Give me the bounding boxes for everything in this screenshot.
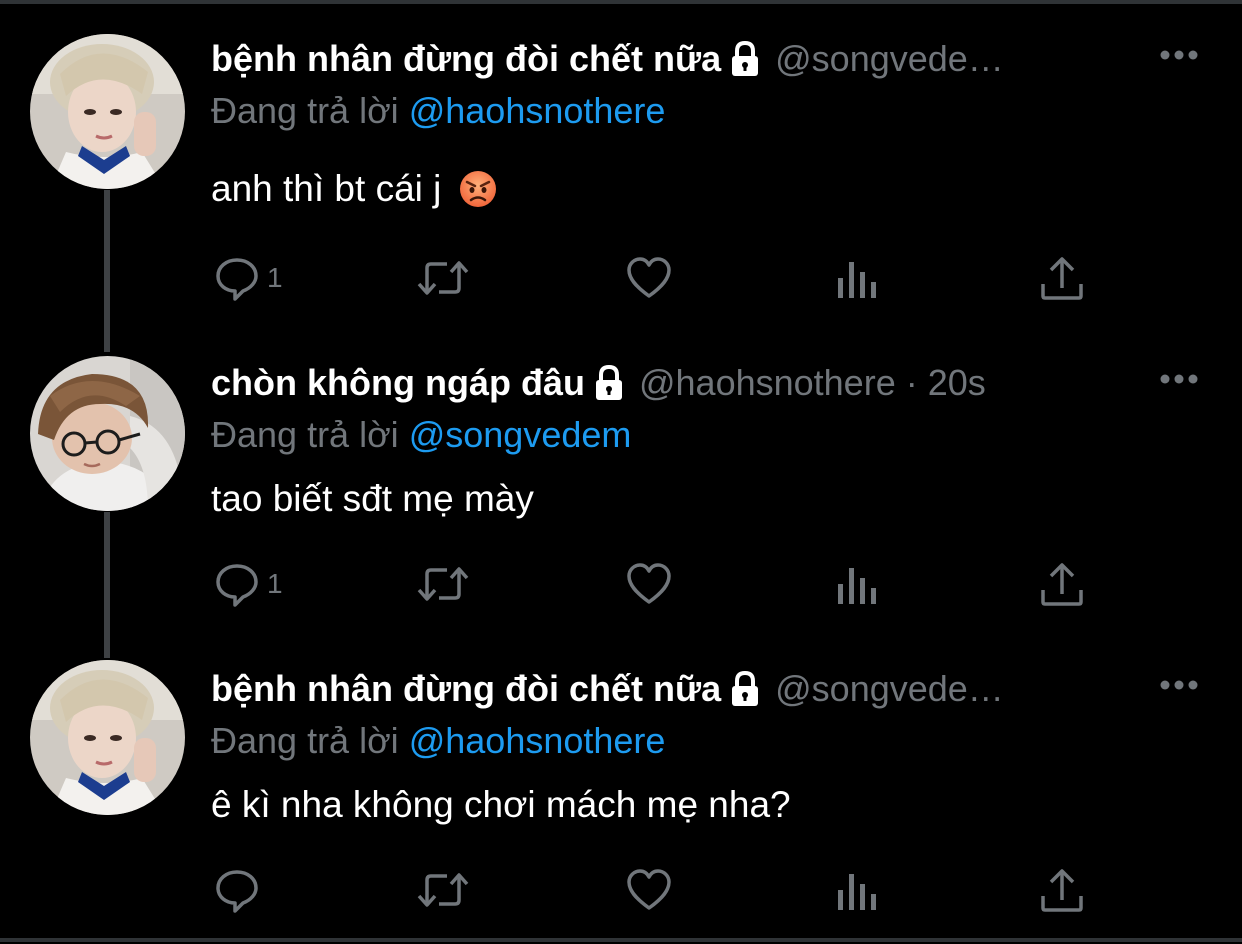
like-icon	[625, 254, 673, 302]
share-button[interactable]	[1039, 559, 1085, 609]
replying-to: Đang trả lời @haohsnothere	[211, 720, 665, 762]
retweet-icon	[415, 560, 471, 608]
like-button[interactable]	[625, 253, 673, 303]
tweet-header: bệnh nhân đừng đòi chết nữa @songvede…	[211, 664, 1121, 714]
tweet-text-content: ê kì nha không chơi mách mẹ nha?	[211, 784, 791, 825]
display-name[interactable]: chòn không ngáp đâu	[211, 362, 585, 404]
thread-line	[104, 190, 110, 352]
avatar[interactable]	[30, 660, 185, 815]
replying-to: Đang trả lời @songvedem	[211, 414, 631, 456]
reply-button[interactable]: 1	[213, 559, 283, 609]
replying-to: Đang trả lời @haohsnothere	[211, 90, 665, 132]
like-icon	[625, 560, 673, 608]
reply-prefix: Đang trả lời	[211, 720, 399, 761]
more-icon[interactable]	[1158, 48, 1200, 62]
reply-icon	[213, 254, 261, 302]
tweet-actions	[211, 865, 1091, 915]
reply-icon	[213, 866, 261, 914]
tweet-actions: 1	[211, 253, 1091, 303]
views-icon	[835, 866, 879, 914]
views-button[interactable]	[835, 559, 879, 609]
retweet-button[interactable]	[415, 559, 471, 609]
like-icon	[625, 866, 673, 914]
handle[interactable]: @haohsnothere	[639, 362, 896, 404]
reply-count: 1	[267, 262, 283, 293]
separator-dot: ·	[905, 362, 918, 403]
angry-face-icon	[458, 169, 498, 209]
reply-count: 1	[267, 568, 283, 599]
like-button[interactable]	[625, 559, 673, 609]
views-icon	[835, 560, 879, 608]
views-icon	[835, 254, 879, 302]
handle[interactable]: @songvede…	[775, 668, 1004, 710]
more-icon[interactable]	[1158, 372, 1200, 386]
lock-icon	[727, 669, 763, 709]
tweet-actions: 1	[211, 559, 1091, 609]
reply-icon	[213, 560, 261, 608]
reply-prefix: Đang trả lời	[211, 414, 399, 455]
retweet-button[interactable]	[415, 253, 471, 303]
bottom-divider	[0, 938, 1242, 942]
handle[interactable]: @songvede…	[775, 38, 1004, 80]
tweet-text-content: tao biết sđt mẹ mày	[211, 478, 534, 519]
share-icon	[1039, 254, 1085, 302]
share-icon	[1039, 866, 1085, 914]
reply-mention-link[interactable]: @haohsnothere	[409, 90, 666, 131]
display-name[interactable]: bệnh nhân đừng đòi chết nữa	[211, 668, 721, 710]
more-icon[interactable]	[1158, 678, 1200, 692]
retweet-icon	[415, 866, 471, 914]
reply-button[interactable]	[213, 865, 267, 915]
share-button[interactable]	[1039, 865, 1085, 915]
display-name[interactable]: bệnh nhân đừng đòi chết nữa	[211, 38, 721, 80]
thread-line	[104, 512, 110, 658]
retweet-button[interactable]	[415, 865, 471, 915]
timestamp[interactable]: 20s	[928, 362, 986, 404]
like-button[interactable]	[625, 865, 673, 915]
lock-icon	[591, 363, 627, 403]
tweet-header: bệnh nhân đừng đòi chết nữa @songvede…	[211, 34, 1121, 84]
tweet-text: anh thì bt cái j	[211, 168, 498, 210]
tweet-header: chòn không ngáp đâu @haohsnothere · 20s	[211, 358, 1121, 408]
retweet-icon	[415, 254, 471, 302]
share-button[interactable]	[1039, 253, 1085, 303]
share-icon	[1039, 560, 1085, 608]
tweet-text: tao biết sđt mẹ mày	[211, 478, 534, 520]
tweet-text: ê kì nha không chơi mách mẹ nha?	[211, 784, 791, 826]
reply-button[interactable]: 1	[213, 253, 283, 303]
top-divider	[0, 0, 1242, 4]
avatar[interactable]	[30, 34, 185, 189]
reply-mention-link[interactable]: @songvedem	[409, 414, 632, 455]
views-button[interactable]	[835, 253, 879, 303]
views-button[interactable]	[835, 865, 879, 915]
lock-icon	[727, 39, 763, 79]
reply-prefix: Đang trả lời	[211, 90, 399, 131]
avatar[interactable]	[30, 356, 185, 511]
tweet-text-content: anh thì bt cái j	[211, 168, 442, 209]
reply-mention-link[interactable]: @haohsnothere	[409, 720, 666, 761]
